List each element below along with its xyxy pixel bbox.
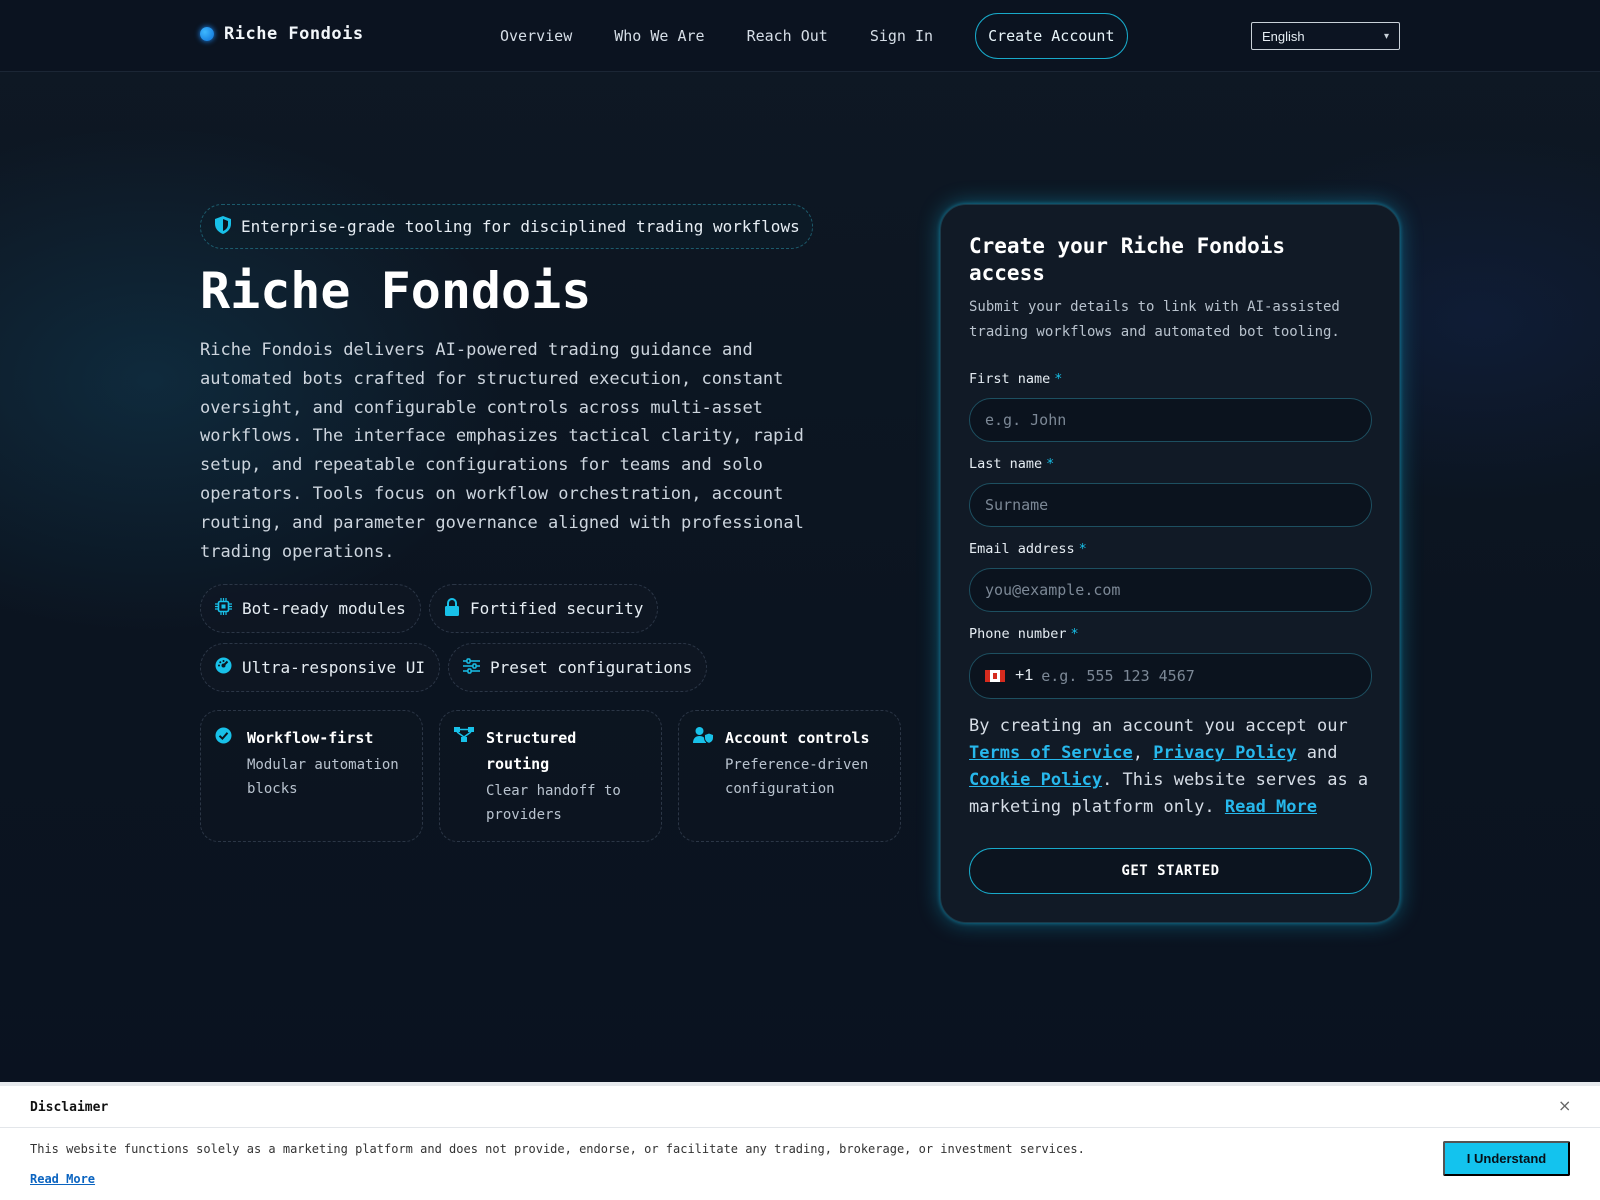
brand-name: Riche Fondois — [224, 24, 364, 44]
required-marker: * — [1078, 541, 1087, 557]
feature-card-desc: Clear handoff to providers — [486, 783, 621, 823]
disclaimer-banner: Disclaimer × This website functions sole… — [0, 1082, 1600, 1200]
language-select-value: English — [1262, 28, 1305, 44]
routing-icon — [454, 725, 476, 827]
canada-flag-icon[interactable] — [985, 670, 1005, 682]
last-name-field[interactable] — [969, 483, 1372, 527]
cookie-policy-link[interactable]: Cookie Policy — [969, 770, 1102, 790]
terms-prefix: By creating an account you accept our — [969, 716, 1348, 736]
chip-label: Fortified security — [470, 599, 644, 618]
dial-code[interactable]: +1 — [1015, 667, 1033, 685]
feature-chip-security: Fortified security — [429, 584, 659, 633]
required-marker: * — [1054, 371, 1063, 387]
last-name-label: Last name * — [969, 456, 1054, 472]
hero-title: Riche Fondois — [200, 262, 592, 320]
last-name-input[interactable] — [985, 496, 1371, 514]
terms-of-service-link[interactable]: Terms of Service — [969, 743, 1133, 763]
first-name-label: First name * — [969, 371, 1062, 387]
first-name-field[interactable] — [969, 398, 1372, 442]
chip-label: Ultra-responsive UI — [242, 658, 426, 677]
feature-card-routing: Structured routing Clear handoff to prov… — [439, 710, 662, 842]
chip-label: Preset configurations — [490, 658, 693, 677]
last-name-label-text: Last name — [969, 456, 1043, 472]
terms-separator: , — [1132, 743, 1154, 763]
terms-separator: and — [1296, 743, 1338, 763]
required-marker: * — [1070, 626, 1079, 642]
nav-overview[interactable]: Overview — [500, 27, 572, 45]
shield-icon — [215, 215, 231, 238]
form-title: Create your Riche Fondois access — [969, 234, 1286, 285]
chip-icon — [215, 598, 232, 619]
get-started-button[interactable]: GET STARTED — [969, 848, 1372, 894]
nav-sign-in[interactable]: Sign In — [870, 27, 933, 45]
disclaimer-header: Disclaimer × — [0, 1086, 1600, 1128]
disclaimer-read-more-link[interactable]: Read More — [30, 1172, 95, 1186]
brand-logo[interactable]: Riche Fondois — [200, 24, 364, 44]
disclaimer-text: This website functions solely as a marke… — [30, 1142, 1085, 1156]
nav-who-we-are[interactable]: Who We Are — [614, 27, 704, 45]
brand-dot-icon — [200, 27, 214, 41]
lock-icon — [444, 597, 460, 620]
feature-chip-presets: Preset configurations — [448, 643, 708, 692]
terms-read-more-link[interactable]: Read More — [1225, 797, 1317, 817]
hero-badge: Enterprise-grade tooling for disciplined… — [200, 204, 813, 249]
required-marker: * — [1046, 456, 1055, 472]
i-understand-button[interactable]: I Understand — [1443, 1141, 1570, 1176]
feature-card-desc: Preference-driven configuration — [725, 757, 869, 797]
speed-icon — [215, 657, 232, 678]
hero-description: Riche Fondois delivers AI-powered tradin… — [200, 340, 804, 562]
first-name-input[interactable] — [985, 411, 1371, 429]
form-subtitle: Submit your details to link with AI-assi… — [969, 299, 1340, 340]
feature-card-desc: Modular automation blocks — [247, 757, 399, 797]
phone-input[interactable] — [1041, 667, 1371, 685]
privacy-policy-link[interactable]: Privacy Policy — [1153, 743, 1296, 763]
email-label-text: Email address — [969, 541, 1075, 557]
feature-card-workflow: Workflow-first Modular automation blocks — [200, 710, 423, 842]
email-field[interactable] — [969, 568, 1372, 612]
feature-card-title: Workflow-first — [247, 729, 374, 747]
phone-label: Phone number * — [969, 626, 1079, 642]
feature-card-title: Account controls — [725, 729, 870, 747]
top-navigation-bar: Riche Fondois Overview Who We Are Reach … — [0, 0, 1600, 72]
feature-chip-bot-ready: Bot-ready modules — [200, 584, 421, 633]
hero-badge-text: Enterprise-grade tooling for disciplined… — [241, 217, 800, 236]
signup-form: Create your Riche Fondois access Submit … — [940, 204, 1400, 923]
chip-label: Bot-ready modules — [242, 599, 406, 618]
feature-card-title: Structured routing — [486, 729, 577, 773]
feature-card-account: Account controls Preference-driven confi… — [678, 710, 901, 842]
phone-field[interactable]: +1 — [969, 653, 1372, 699]
sliders-icon — [463, 657, 480, 678]
nav-reach-out[interactable]: Reach Out — [747, 27, 828, 45]
language-select[interactable]: English ▾ — [1251, 22, 1400, 50]
user-shield-icon — [693, 725, 715, 801]
main-nav: Overview Who We Are Reach Out Sign In Cr… — [500, 12, 1128, 59]
close-icon[interactable]: × — [1558, 1096, 1571, 1115]
check-circle-icon — [215, 725, 237, 801]
feature-chip-responsive: Ultra-responsive UI — [200, 643, 441, 692]
phone-label-text: Phone number — [969, 626, 1067, 642]
first-name-label-text: First name — [969, 371, 1051, 387]
create-account-button[interactable]: Create Account — [975, 12, 1128, 59]
chevron-down-icon: ▾ — [1383, 30, 1389, 42]
terms-text: By creating an account you accept our Te… — [969, 713, 1379, 821]
email-label: Email address * — [969, 541, 1087, 557]
email-input[interactable] — [985, 581, 1371, 599]
disclaimer-title: Disclaimer — [30, 1100, 109, 1115]
